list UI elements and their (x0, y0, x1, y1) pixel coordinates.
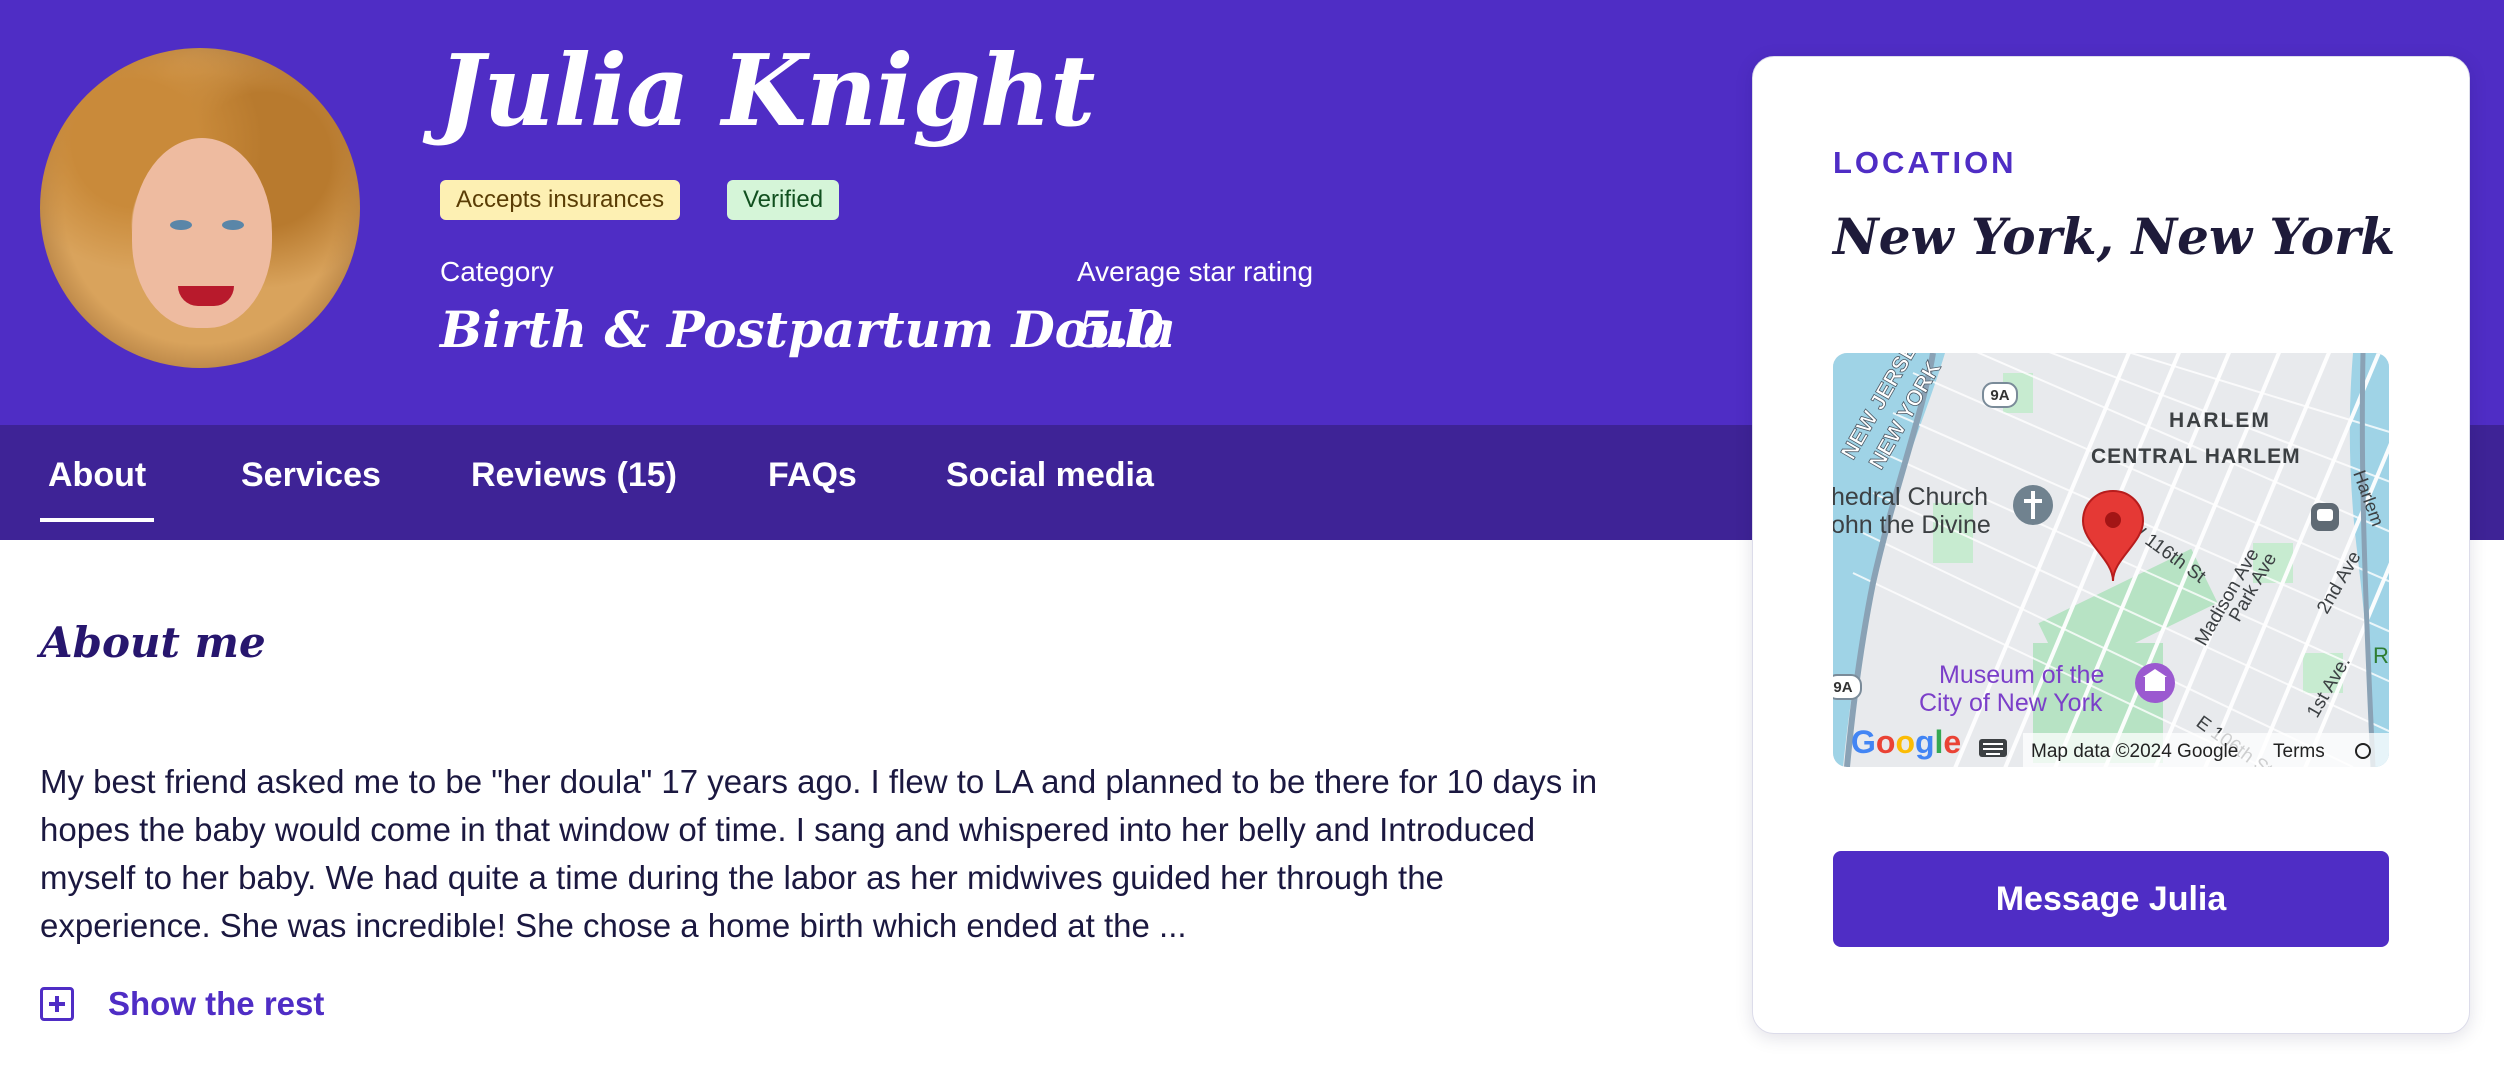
location-label: LOCATION (1833, 145, 2017, 180)
profile-name: Julia Knight (438, 34, 1095, 149)
map-label-museum-2: City of New York (1919, 689, 2103, 717)
message-julia-button[interactable]: Message Julia (1833, 851, 2389, 947)
map-label-9a-left: 9A (1833, 679, 1852, 696)
museum-icon (2135, 663, 2175, 703)
rating-label: Average star rating (1077, 256, 1314, 287)
map-label-9a-top: 9A (1990, 387, 2009, 404)
category-value: Birth & Postpartum Doula (440, 300, 1176, 359)
map-label-cathedral: hedral Church (1833, 483, 1988, 511)
about-text: My best friend asked me to be "her doula… (40, 763, 1598, 944)
active-tab-indicator (40, 518, 154, 522)
show-the-rest-button[interactable]: Show the rest (40, 982, 324, 1026)
show-the-rest-label: Show the rest (108, 985, 325, 1022)
location-map[interactable]: 9A 9A NEW JERSEY NEW YORK HARLEM CENTRAL… (1833, 353, 2389, 767)
map-attribution: Map data ©2024 Google (2031, 741, 2238, 762)
location-card: LOCATION New York, New York 9A 9A NEW JE… (1752, 56, 2470, 1034)
route-9a-shield: 9A (1982, 382, 2018, 408)
accepts-insurances-badge: Accepts insurances (440, 180, 681, 220)
church-icon (2013, 485, 2053, 525)
about-title: About me (40, 618, 266, 667)
location-value: New York, New York (1833, 207, 2396, 266)
map-label-harlem: HARLEM (2169, 409, 2271, 432)
map-label-central-harlem: CENTRAL HARLEM (2091, 445, 2301, 468)
rating-value: 5.0 (1077, 300, 1164, 359)
map-label-museum-1: Museum of the (1939, 661, 2104, 689)
tab-services[interactable]: Services (241, 456, 381, 495)
tab-about[interactable]: About (48, 456, 146, 495)
route-9a-shield-left: 9A (1833, 674, 1862, 700)
avatar (40, 48, 360, 368)
map-label-r: R (2373, 643, 2389, 668)
category-label: Category (440, 256, 554, 287)
plus-square-icon (40, 987, 74, 1021)
subway-icon (2311, 503, 2339, 531)
map-label-cathedral-2: ohn the Divine (1833, 511, 1991, 539)
tab-reviews[interactable]: Reviews (15) (471, 456, 677, 495)
google-logo: Google (1851, 724, 1961, 760)
keyboard-icon[interactable] (1979, 739, 2007, 757)
verified-badge: Verified (727, 180, 840, 220)
map-terms-link: Terms (2273, 741, 2325, 762)
tab-faqs[interactable]: FAQs (768, 456, 857, 495)
tab-social-media[interactable]: Social media (946, 456, 1154, 495)
